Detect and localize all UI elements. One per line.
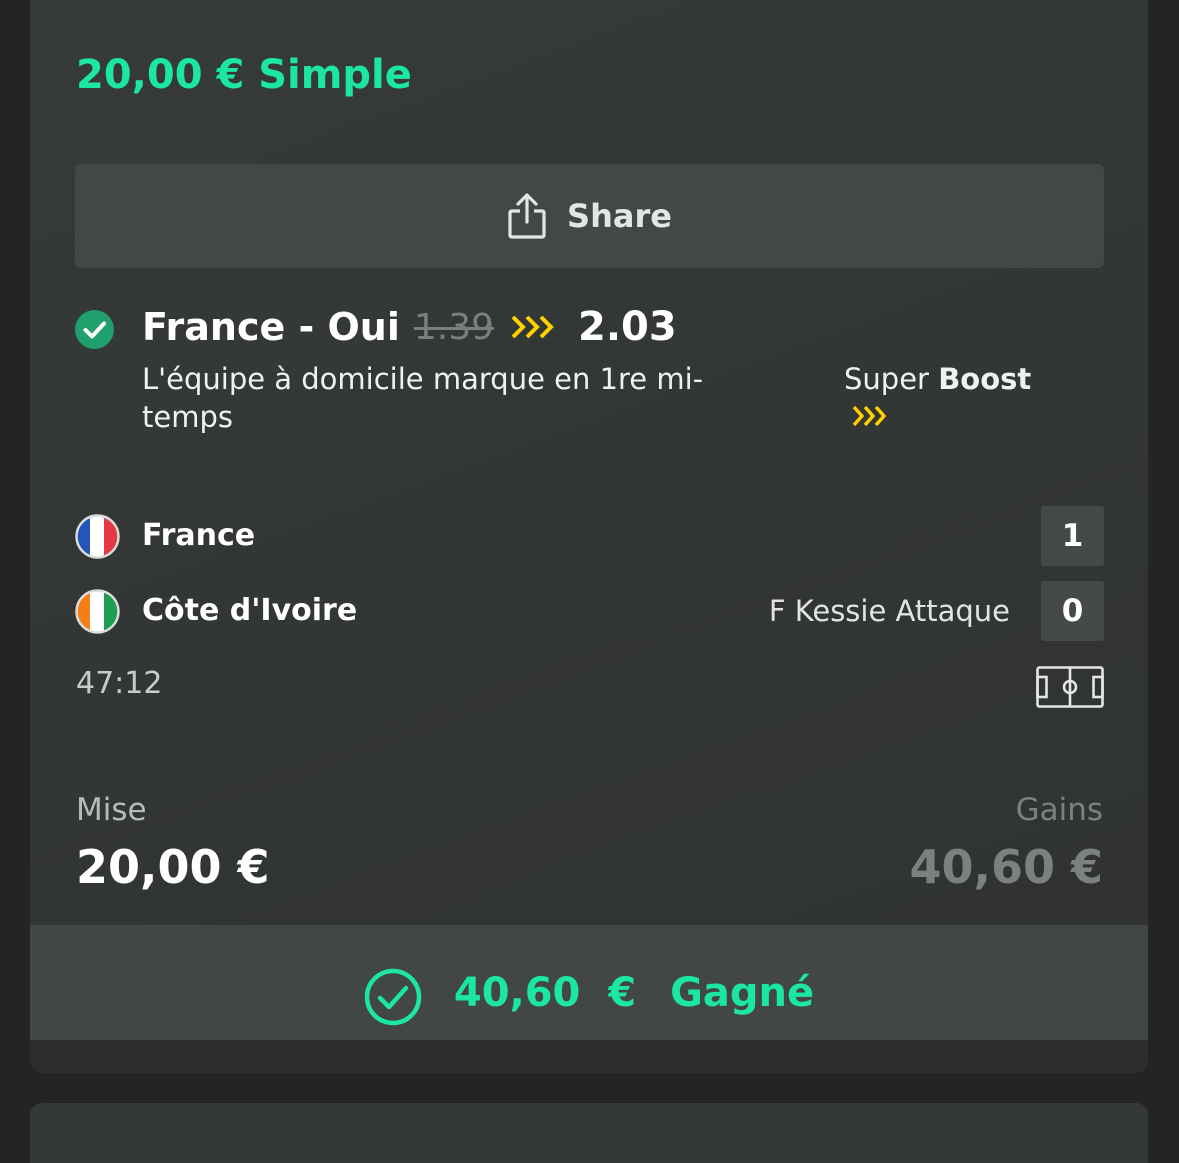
result-status: Gagné — [670, 969, 815, 1016]
share-label: Share — [567, 197, 672, 235]
selection-line: France - Oui 1.39 2.03 — [142, 304, 677, 350]
boost-arrows-icon — [511, 315, 554, 339]
stake-label: Mise — [76, 792, 147, 828]
result-amount: 40,60 € — [453, 969, 637, 1016]
boost-prefix: Super — [844, 362, 929, 396]
boost-word: Boost — [938, 362, 1032, 396]
away-team-name: Côte d'Ivoire — [142, 593, 358, 628]
check-circle-icon — [364, 968, 422, 1025]
market-name: L'équipe à domicile marque en 1re mi-tem… — [142, 362, 704, 434]
away-score: 0 — [1041, 581, 1104, 641]
gains-label: Gains — [1015, 792, 1103, 828]
france-flag-icon — [75, 514, 120, 559]
stake-value: 20,00 € — [76, 840, 270, 894]
super-boost-label: Super Boost — [844, 360, 1031, 398]
bet-title: 20,00 € Simple — [76, 52, 412, 98]
card-bottom-edge — [30, 1040, 1148, 1073]
gains-value: 40,60 € — [909, 840, 1103, 894]
match-event: F Kessie Attaque — [768, 594, 1010, 628]
home-score: 1 — [1041, 506, 1104, 566]
selection-name: France - Oui — [142, 305, 400, 349]
old-odds: 1.39 — [413, 306, 495, 348]
new-odds: 2.03 — [578, 304, 677, 350]
away-team-row: Côte d'Ivoire F Kessie Attaque 0 — [75, 581, 1104, 641]
share-button[interactable]: Share — [75, 164, 1104, 268]
pitch-icon[interactable] — [1036, 666, 1104, 708]
cote-d-ivoire-flag-icon — [75, 589, 120, 634]
match-clock: 47:12 — [76, 666, 163, 701]
share-icon — [508, 193, 546, 239]
home-team-name: France — [142, 518, 256, 553]
home-team-row: France 1 — [75, 506, 1104, 566]
super-boost-arrows-icon — [852, 405, 887, 427]
next-bet-card — [30, 1103, 1148, 1163]
won-check-icon — [75, 310, 114, 349]
bet-card: 20,00 € Simple Share France - Oui 1.39 2… — [30, 0, 1148, 1060]
